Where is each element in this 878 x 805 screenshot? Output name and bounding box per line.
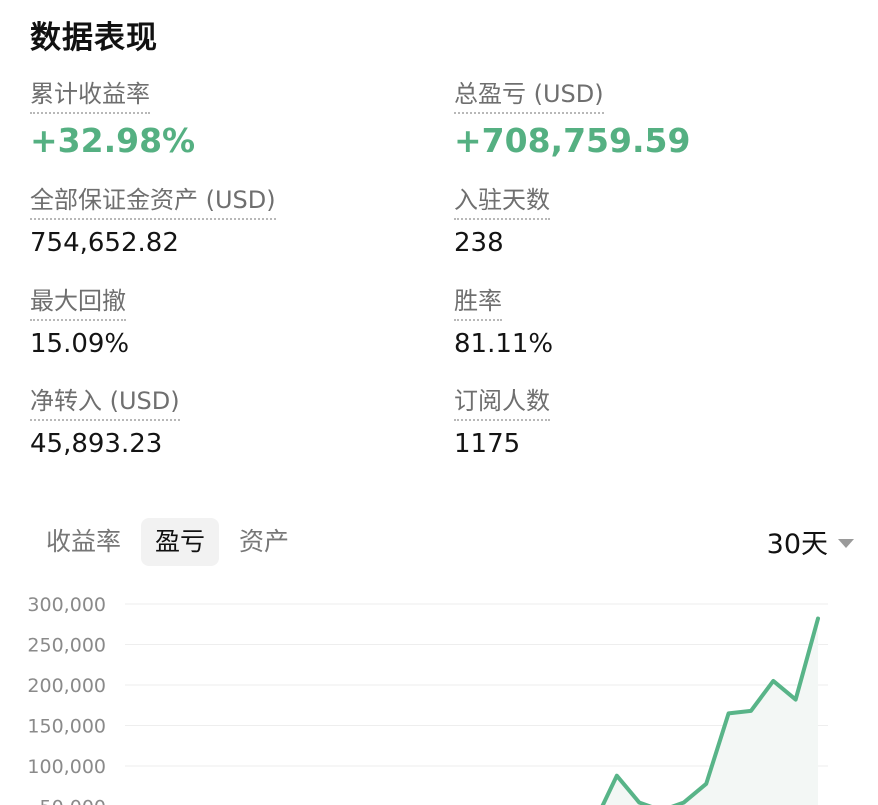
stat-label[interactable]: 订阅人数 — [454, 385, 550, 421]
stat-label[interactable]: 累计收益率 — [30, 78, 150, 114]
range-selector[interactable]: 30天 — [767, 522, 854, 561]
y-tick-label: 300,000 — [27, 594, 106, 616]
stat-net-transfer[interactable]: 净转入 (USD) 45,893.23 — [30, 385, 430, 461]
stat-label[interactable]: 胜率 — [454, 285, 502, 321]
stat-label[interactable]: 入驻天数 — [454, 184, 550, 220]
stat-value: 81.11% — [454, 329, 554, 359]
stat-label[interactable]: 总盈亏 (USD) — [454, 78, 604, 114]
y-tick-label: 50,000 — [40, 797, 106, 805]
stat-cumulative-return[interactable]: 累计收益率 +32.98% — [30, 78, 430, 158]
stat-margin-assets[interactable]: 全部保证金资产 (USD) 754,652.82 — [30, 184, 430, 260]
stat-label[interactable]: 全部保证金资产 (USD) — [30, 184, 276, 220]
stat-value: +32.98% — [30, 121, 196, 160]
y-tick-label: 250,000 — [27, 635, 106, 657]
range-label: 30天 — [766, 529, 828, 560]
stat-value: 1175 — [454, 429, 521, 459]
y-tick-label: 200,000 — [27, 675, 106, 697]
tab-return-rate[interactable]: 收益率 — [32, 518, 135, 566]
stat-win-rate[interactable]: 胜率 81.11% — [454, 285, 854, 361]
tab-assets[interactable]: 资产 — [225, 518, 303, 566]
stat-total-pnl[interactable]: 总盈亏 (USD) +708,759.59 — [454, 78, 854, 158]
stat-value: 238 — [454, 228, 504, 258]
stat-label[interactable]: 最大回撤 — [30, 285, 126, 321]
caret-down-icon — [838, 539, 854, 548]
page-title: 数据表现 — [30, 20, 158, 56]
stat-max-drawdown[interactable]: 最大回撤 15.09% — [30, 285, 430, 361]
stat-value: 754,652.82 — [30, 228, 179, 258]
chart-tabs: 收益率 盈亏 资产 — [32, 516, 303, 568]
y-tick-label: 100,000 — [27, 756, 106, 778]
y-tick-label: 150,000 — [27, 716, 106, 738]
tab-pnl[interactable]: 盈亏 — [141, 518, 220, 566]
stat-value: 45,893.23 — [30, 429, 163, 459]
stat-subscribers[interactable]: 订阅人数 1175 — [454, 385, 854, 461]
stat-value: +708,759.59 — [454, 121, 691, 160]
pnl-area — [602, 618, 818, 805]
stat-value: 15.09% — [30, 329, 130, 359]
stat-days-joined[interactable]: 入驻天数 238 — [454, 184, 854, 260]
stat-label[interactable]: 净转入 (USD) — [30, 385, 180, 421]
pnl-line-chart: 300,000 250,000 200,000 150,000 100,000 50,00… — [27, 594, 828, 805]
